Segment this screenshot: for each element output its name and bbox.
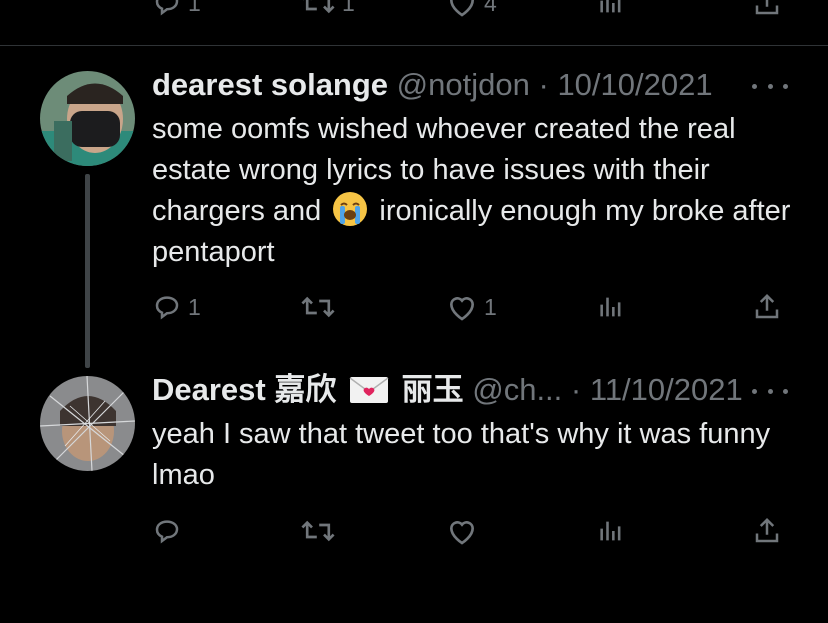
more-dot <box>783 388 788 394</box>
display-name[interactable]: dearest solange <box>152 67 388 102</box>
more-dot <box>767 388 773 394</box>
username[interactable]: @notjdon <box>397 67 530 102</box>
share-icon <box>755 293 779 319</box>
like-count: 4 <box>484 0 497 16</box>
like-count: 1 <box>484 293 497 320</box>
avatar[interactable] <box>40 376 135 471</box>
more-options-button[interactable] <box>752 76 788 96</box>
separator: · <box>538 67 549 102</box>
previous-tweet-actions: 1 1 4 <box>0 0 828 17</box>
reply-icon <box>155 0 179 16</box>
avatar[interactable] <box>40 71 135 166</box>
analytics-icon <box>600 297 621 317</box>
display-name[interactable]: Dearest 嘉欣 丽玉 <box>152 372 472 407</box>
retweet-icon <box>301 520 335 542</box>
reply-count: 1 <box>188 0 201 16</box>
reply-button[interactable]: 1 <box>152 0 201 20</box>
analytics-icon <box>600 0 621 13</box>
tweet-text: yeah I saw that tweet too that's why it … <box>152 418 771 491</box>
timestamp[interactable]: 11/10/2021 <box>590 372 743 407</box>
like-button[interactable]: 4 <box>446 0 497 20</box>
tweet-header: Dearest 嘉欣 丽玉 @ch... · 11/10/2021 <box>152 372 743 412</box>
reply-icon <box>155 296 179 320</box>
display-name-part: Dearest 嘉欣 <box>152 372 337 407</box>
retweet-icon <box>301 296 335 318</box>
love-letter-icon <box>349 376 389 412</box>
retweet-count: 1 <box>342 0 355 16</box>
retweet-button[interactable] <box>300 290 342 324</box>
share-icon <box>755 517 779 543</box>
loudly-crying-face-icon <box>333 192 368 226</box>
views-button[interactable] <box>597 514 625 548</box>
divider <box>0 45 828 46</box>
username[interactable]: @ch... <box>472 372 562 407</box>
more-dot <box>752 388 757 394</box>
views-button[interactable] <box>597 290 625 324</box>
like-button[interactable]: 1 <box>446 290 497 324</box>
more-dot <box>767 83 773 89</box>
retweet-icon <box>303 0 335 14</box>
more-dot <box>783 83 788 89</box>
heart-icon <box>449 297 475 321</box>
analytics-icon <box>600 521 621 541</box>
share-button[interactable] <box>752 0 782 20</box>
reply-icon <box>155 520 179 544</box>
retweet-button[interactable] <box>300 514 342 548</box>
tweet-actions: 1 1 <box>0 290 828 324</box>
views-button[interactable] <box>597 0 625 20</box>
tweet-text: some oomfs wished whoever created the re… <box>152 109 792 273</box>
heart-icon <box>449 521 475 545</box>
more-options-button[interactable] <box>752 381 788 401</box>
reply-button[interactable] <box>152 514 188 548</box>
reply-button[interactable]: 1 <box>152 290 201 324</box>
share-button[interactable] <box>752 514 782 548</box>
retweet-button[interactable]: 1 <box>300 0 355 20</box>
like-button[interactable] <box>446 514 484 548</box>
share-button[interactable] <box>752 290 782 324</box>
reply-count: 1 <box>188 293 201 320</box>
thread-line <box>85 174 90 368</box>
separator: · <box>570 372 582 407</box>
more-dot <box>752 83 757 89</box>
tweet-header: dearest solange @notjdon · 10/10/2021 <box>152 67 713 103</box>
heart-icon <box>449 0 475 17</box>
tweet-actions <box>0 514 828 548</box>
display-name-part: 丽玉 <box>401 372 464 407</box>
timestamp[interactable]: 10/10/2021 <box>557 67 712 102</box>
share-icon <box>755 0 779 15</box>
